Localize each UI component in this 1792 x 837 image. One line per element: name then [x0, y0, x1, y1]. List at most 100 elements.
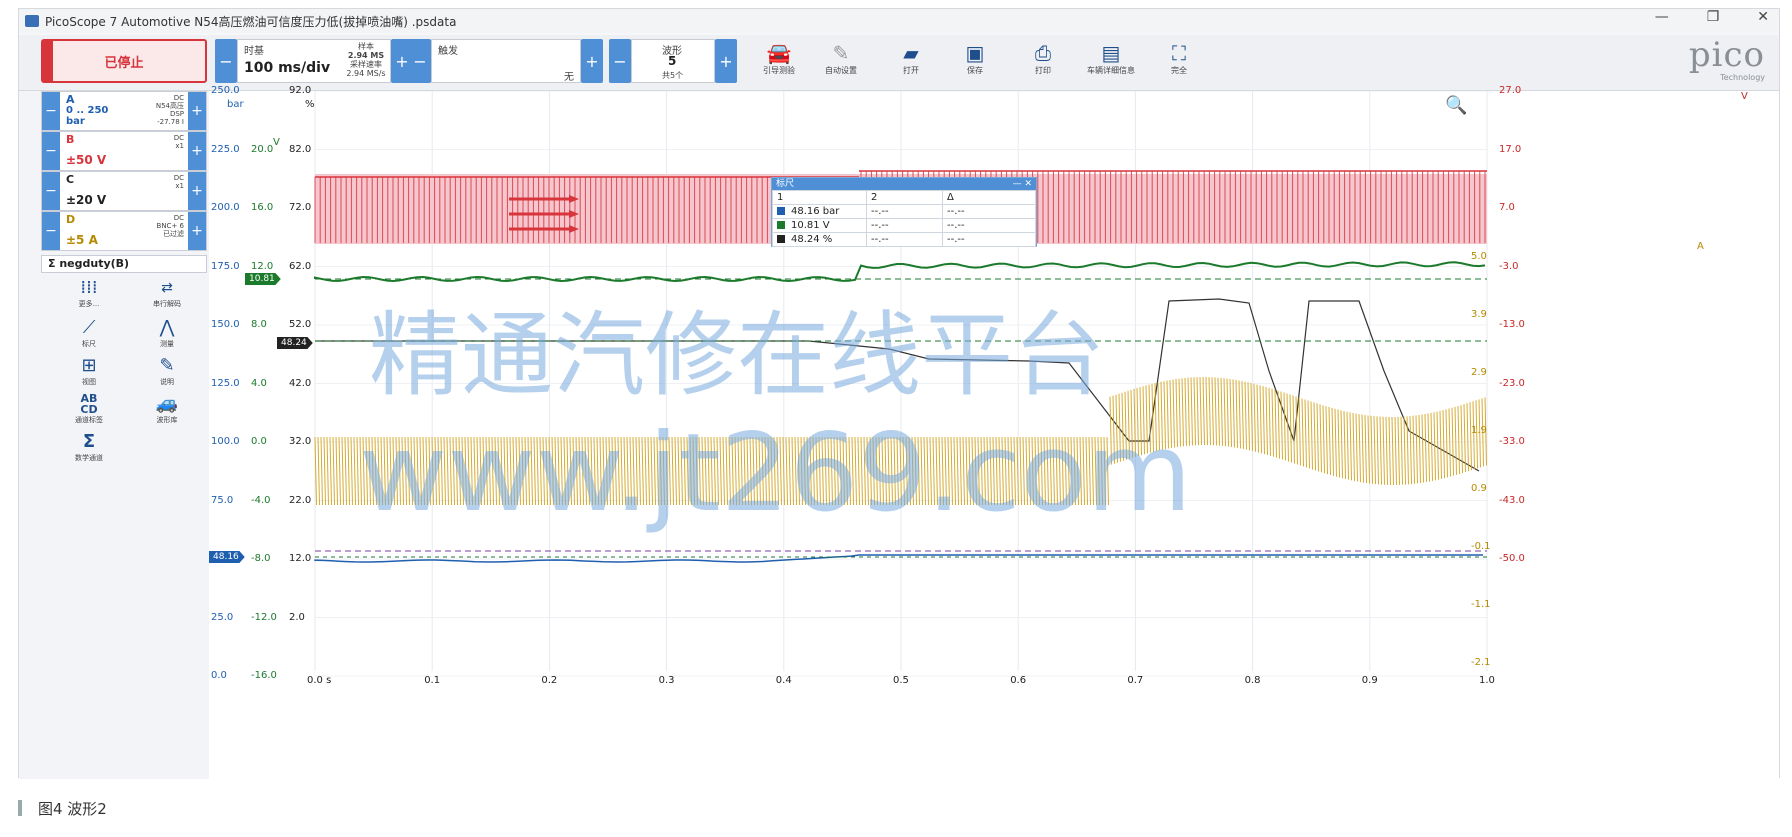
figure-caption: 图4 波形2 — [38, 800, 107, 818]
axis-c-tick-label: 92.0 — [289, 85, 312, 96]
axis-a-tick-label: 125.0 — [211, 377, 240, 389]
axis-b-tick-label: 4.0 — [251, 377, 267, 389]
save-icon: ▣ — [965, 41, 985, 65]
channel-b[interactable]: − B ±50 V DC x1 + — [41, 131, 207, 171]
stop-button[interactable]: 已停止 — [41, 39, 207, 83]
math-channels-button[interactable]: Σ 数学通道 — [59, 431, 119, 463]
serial-decode-label: 串行解码 — [153, 300, 181, 308]
axis-c-tick-label: 2.0 — [289, 611, 305, 623]
more-label: 更多... — [78, 300, 100, 308]
fullscreen-label: 完全 — [1171, 66, 1187, 75]
axis-b-tick-label: -4.0 — [251, 494, 271, 506]
axis-b-tick-label: -16.0 — [251, 670, 277, 681]
car-icon: 🚘 — [766, 41, 792, 65]
axis-c-tick-label: 82.0 — [289, 143, 312, 155]
ruler-panel-close-icon[interactable]: — ✕ — [1013, 178, 1032, 190]
channel-c-decrease[interactable]: − — [42, 172, 60, 210]
channel-a-increase[interactable]: + — [188, 92, 206, 130]
channel-labels-button[interactable]: AB CD 通道标签 — [59, 393, 119, 425]
channel-d[interactable]: − D ±5 A DC BNC+ 6 已过滤 + — [41, 211, 207, 251]
waveform-control[interactable]: 波形 5 共5个 — [631, 39, 715, 83]
vehicle-info-button[interactable]: ▤ 车辆详细信息 — [1081, 41, 1141, 76]
channel-c-marker[interactable]: 48.24 — [277, 337, 313, 349]
waveform-library-button[interactable]: 🚙 波形库 — [137, 393, 197, 425]
print-button[interactable]: ⎙ 打印 — [1013, 41, 1073, 76]
fullscreen-icon: ⛶ — [1172, 41, 1186, 65]
channel-a-info: DC N54高压 DSP -27.78 I — [155, 94, 184, 126]
axis-r-tick-label: -33.0 — [1499, 436, 1525, 447]
math-channels-label: 数学通道 — [75, 454, 103, 462]
vehicle-info-label: 车辆详细信息 — [1087, 66, 1135, 75]
close-button[interactable]: ✕ — [1757, 9, 1769, 25]
save-label: 保存 — [967, 66, 983, 75]
axis-b-tick-label: 20.0 — [251, 143, 274, 155]
guided-test-button[interactable]: 🚘 引导测验 — [749, 41, 809, 76]
axis-a-tick-label: 25.0 — [211, 611, 234, 623]
channel-a-marker[interactable]: 48.16 — [209, 551, 245, 563]
notes-button[interactable]: ✎ 说明 — [137, 355, 197, 387]
ruler-swatch-b — [777, 221, 785, 229]
axis-b-tick-label: 12.0 — [251, 260, 274, 272]
channel-a-decrease[interactable]: − — [42, 92, 60, 130]
channel-d-info: DC BNC+ 6 已过滤 — [156, 214, 184, 238]
waveform-sub: 共5个 — [662, 71, 684, 80]
serial-decode-button[interactable]: ⇄ 串行解码 — [137, 277, 197, 309]
axis-b-units: V — [273, 137, 280, 148]
sigma-icon: Σ — [48, 257, 60, 270]
wand-icon: ✎ — [832, 41, 850, 65]
channel-b-marker[interactable]: 10.81 — [245, 273, 281, 285]
axis-c-tick-label: 72.0 — [289, 202, 312, 213]
auto-setup-label: 自动设置 — [825, 66, 857, 75]
channel-b-decrease[interactable]: − — [42, 132, 60, 170]
waveform-value: 5 — [668, 54, 677, 68]
axis-a-units: bar — [227, 99, 244, 110]
trigger-decrease-button[interactable]: − — [409, 39, 431, 83]
channel-a[interactable]: − A 0 .. 250 bar DC N54高压 DSP -27.78 I + — [41, 91, 207, 131]
pico-logo: pico Technology — [1689, 37, 1765, 82]
timebase-value: 100 ms/div — [244, 60, 331, 76]
ruler-panel[interactable]: 标尺 — ✕ 1 2 Δ 48.16 bar --.-- --.-- 10.81 … — [771, 177, 1037, 247]
math-channel[interactable]: Σ negduty(B) — [41, 255, 207, 273]
open-button[interactable]: ▰ 打开 — [881, 41, 941, 76]
channel-d-name: D — [66, 213, 76, 226]
timebase-decrease-button[interactable]: − — [215, 39, 237, 83]
channel-d-decrease[interactable]: − — [42, 212, 60, 250]
channel-c[interactable]: − C ±20 V DC x1 + — [41, 171, 207, 211]
trigger-control[interactable]: 触发 无 — [431, 39, 581, 83]
waveform-next-button[interactable]: + — [715, 39, 737, 83]
channel-b-increase[interactable]: + — [188, 132, 206, 170]
print-label: 打印 — [1035, 66, 1051, 75]
axis-r-tick-label: 7.0 — [1499, 202, 1515, 213]
rulers-button[interactable]: ⟋ 标尺 — [59, 317, 119, 349]
ruler-icon: ⟋ — [82, 317, 96, 338]
fullscreen-button[interactable]: ⛶ 完全 — [1149, 41, 1209, 76]
axis-r-units: V — [1741, 91, 1748, 102]
channel-c-increase[interactable]: + — [188, 172, 206, 210]
trigger-increase-button[interactable]: + — [581, 39, 603, 83]
x-tick-label: 0.4 — [775, 675, 792, 686]
waveform-library-icon: 🚙 — [155, 393, 179, 414]
channel-d-increase[interactable]: + — [188, 212, 206, 250]
zoom-icon[interactable]: 🔍 — [1445, 95, 1467, 116]
ruler-swatch-c — [777, 235, 785, 243]
more-button[interactable]: ⁞⁞⁞ 更多... — [59, 277, 119, 309]
save-button[interactable]: ▣ 保存 — [945, 41, 1005, 76]
x-tick-label: 0.1 — [424, 675, 441, 686]
measure-icon: ⋀ — [159, 317, 175, 338]
auto-setup-button[interactable]: ✎ 自动设置 — [811, 41, 871, 76]
timebase-control[interactable]: 时基 100 ms/div 样本 2.94 MS 采样速率 2.94 MS/s — [237, 39, 391, 83]
trigger-value: 无 — [564, 72, 574, 83]
maximize-button[interactable]: ❐ — [1707, 9, 1720, 25]
ruler-table: 1 2 Δ 48.16 bar --.-- --.-- 10.81 V --.--… — [772, 190, 1036, 247]
minimize-button[interactable]: — — [1655, 9, 1669, 25]
samples-label: 样本 — [358, 42, 374, 51]
scope-view[interactable]: 0.0 s 0.1 0.2 0.3 0.4 0.5 0.6 0.7 0.8 0.9 1.0 250.0… — [209, 85, 1779, 779]
measurements-button[interactable]: ⋀ 测量 — [137, 317, 197, 349]
window-title: PicoScope 7 Automotive N54高压燃油可信度压力低(拔掉喷… — [45, 14, 457, 29]
waveform-prev-button[interactable]: − — [609, 39, 631, 83]
views-button[interactable]: ⊞ 视图 — [59, 355, 119, 387]
sigma-icon: Σ — [82, 431, 96, 452]
trigger-label: 触发 — [438, 46, 458, 57]
axis-y-tick-label: 0.9 — [1471, 483, 1487, 494]
channel-labels-icon: AB CD — [80, 392, 98, 416]
